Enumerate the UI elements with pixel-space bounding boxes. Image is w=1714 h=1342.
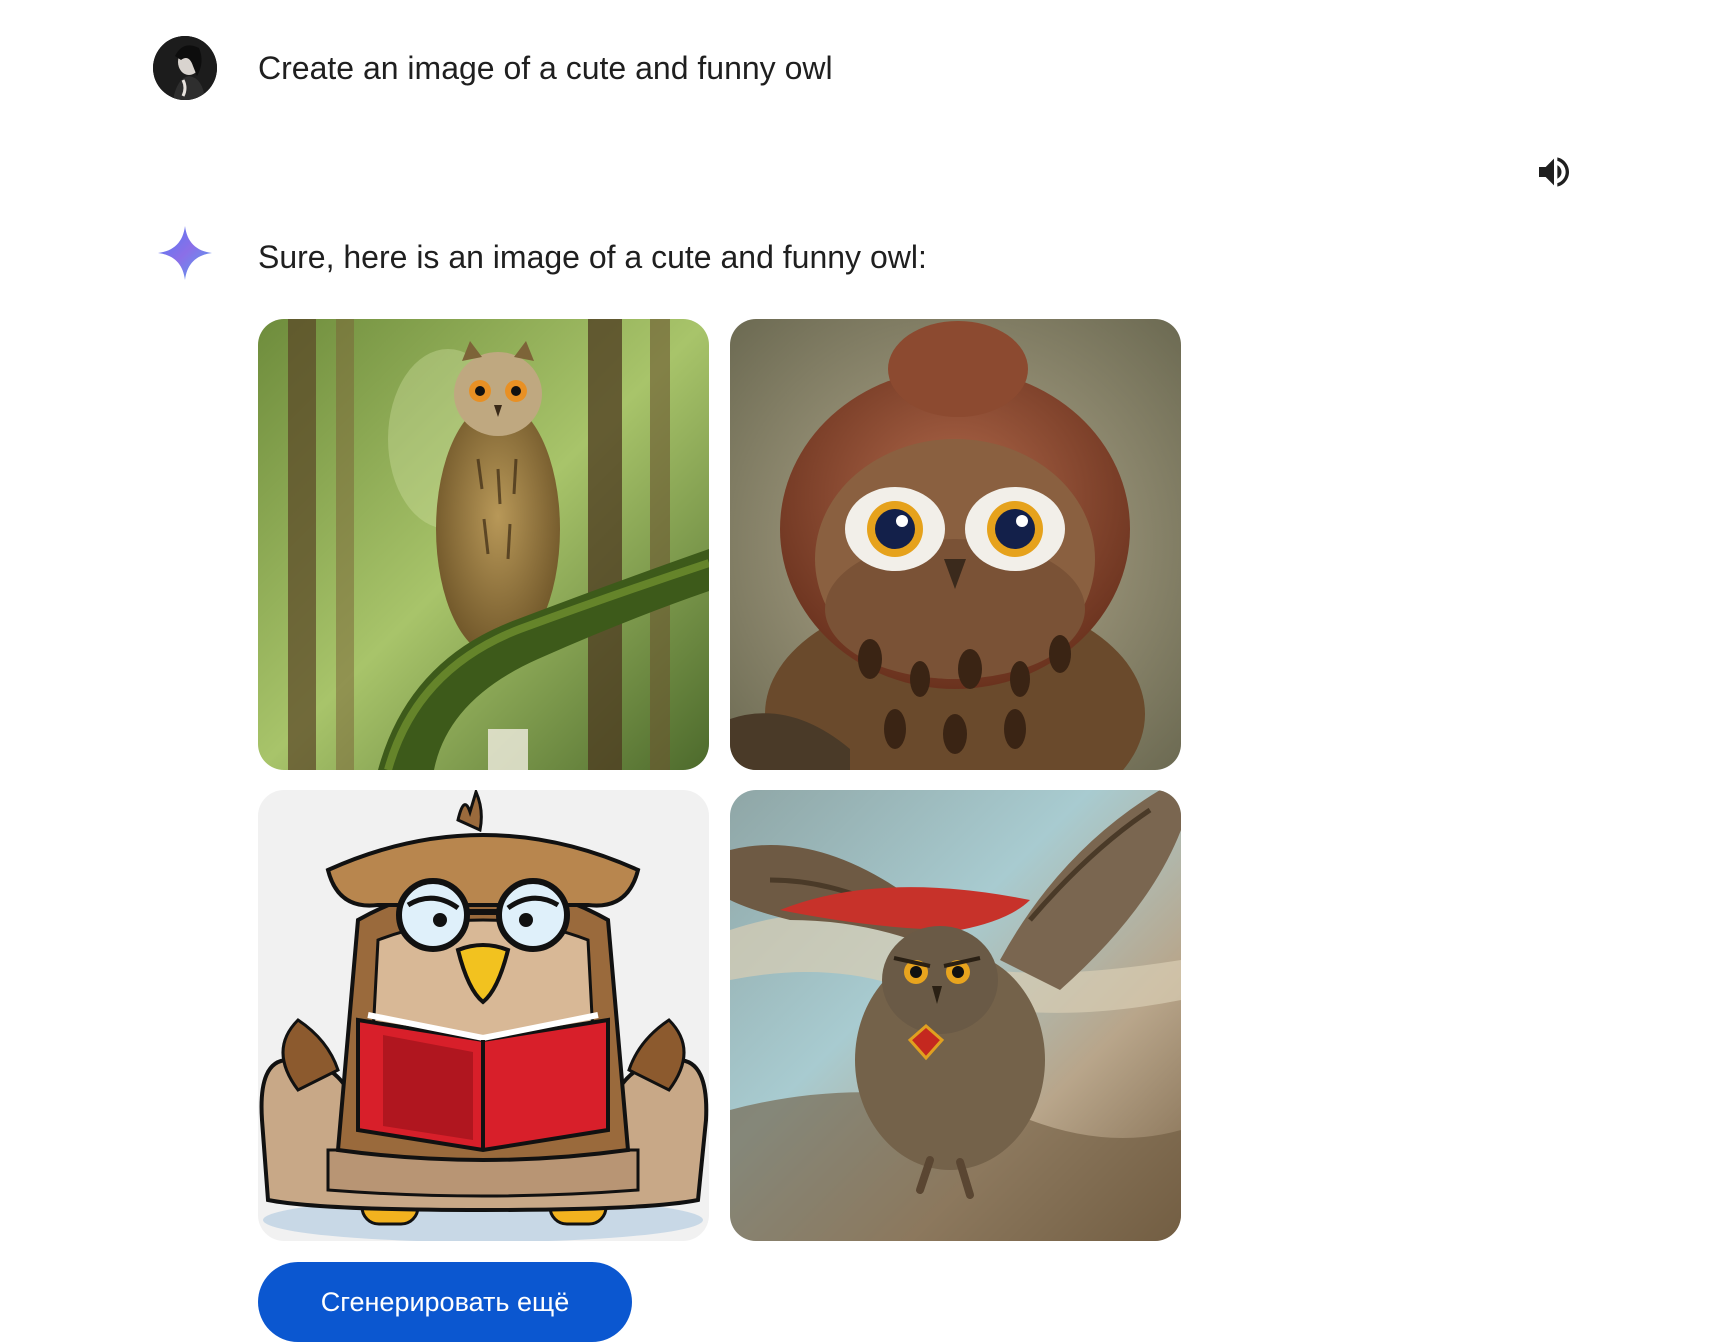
assistant-reply-text: Sure, here is an image of a cute and fun… [258, 239, 927, 275]
generated-image-2[interactable] [730, 319, 1181, 770]
user-prompt-text: Create an image of a cute and funny owl [258, 50, 833, 86]
user-avatar [153, 36, 217, 100]
generated-image-3[interactable] [258, 790, 709, 1241]
volume-up-icon[interactable] [1532, 150, 1576, 194]
generate-more-button[interactable]: Сгенерировать ещё [258, 1262, 632, 1342]
generated-image-1[interactable] [258, 319, 709, 770]
generated-image-4[interactable] [730, 790, 1181, 1241]
gemini-sparkle-icon [156, 224, 214, 282]
